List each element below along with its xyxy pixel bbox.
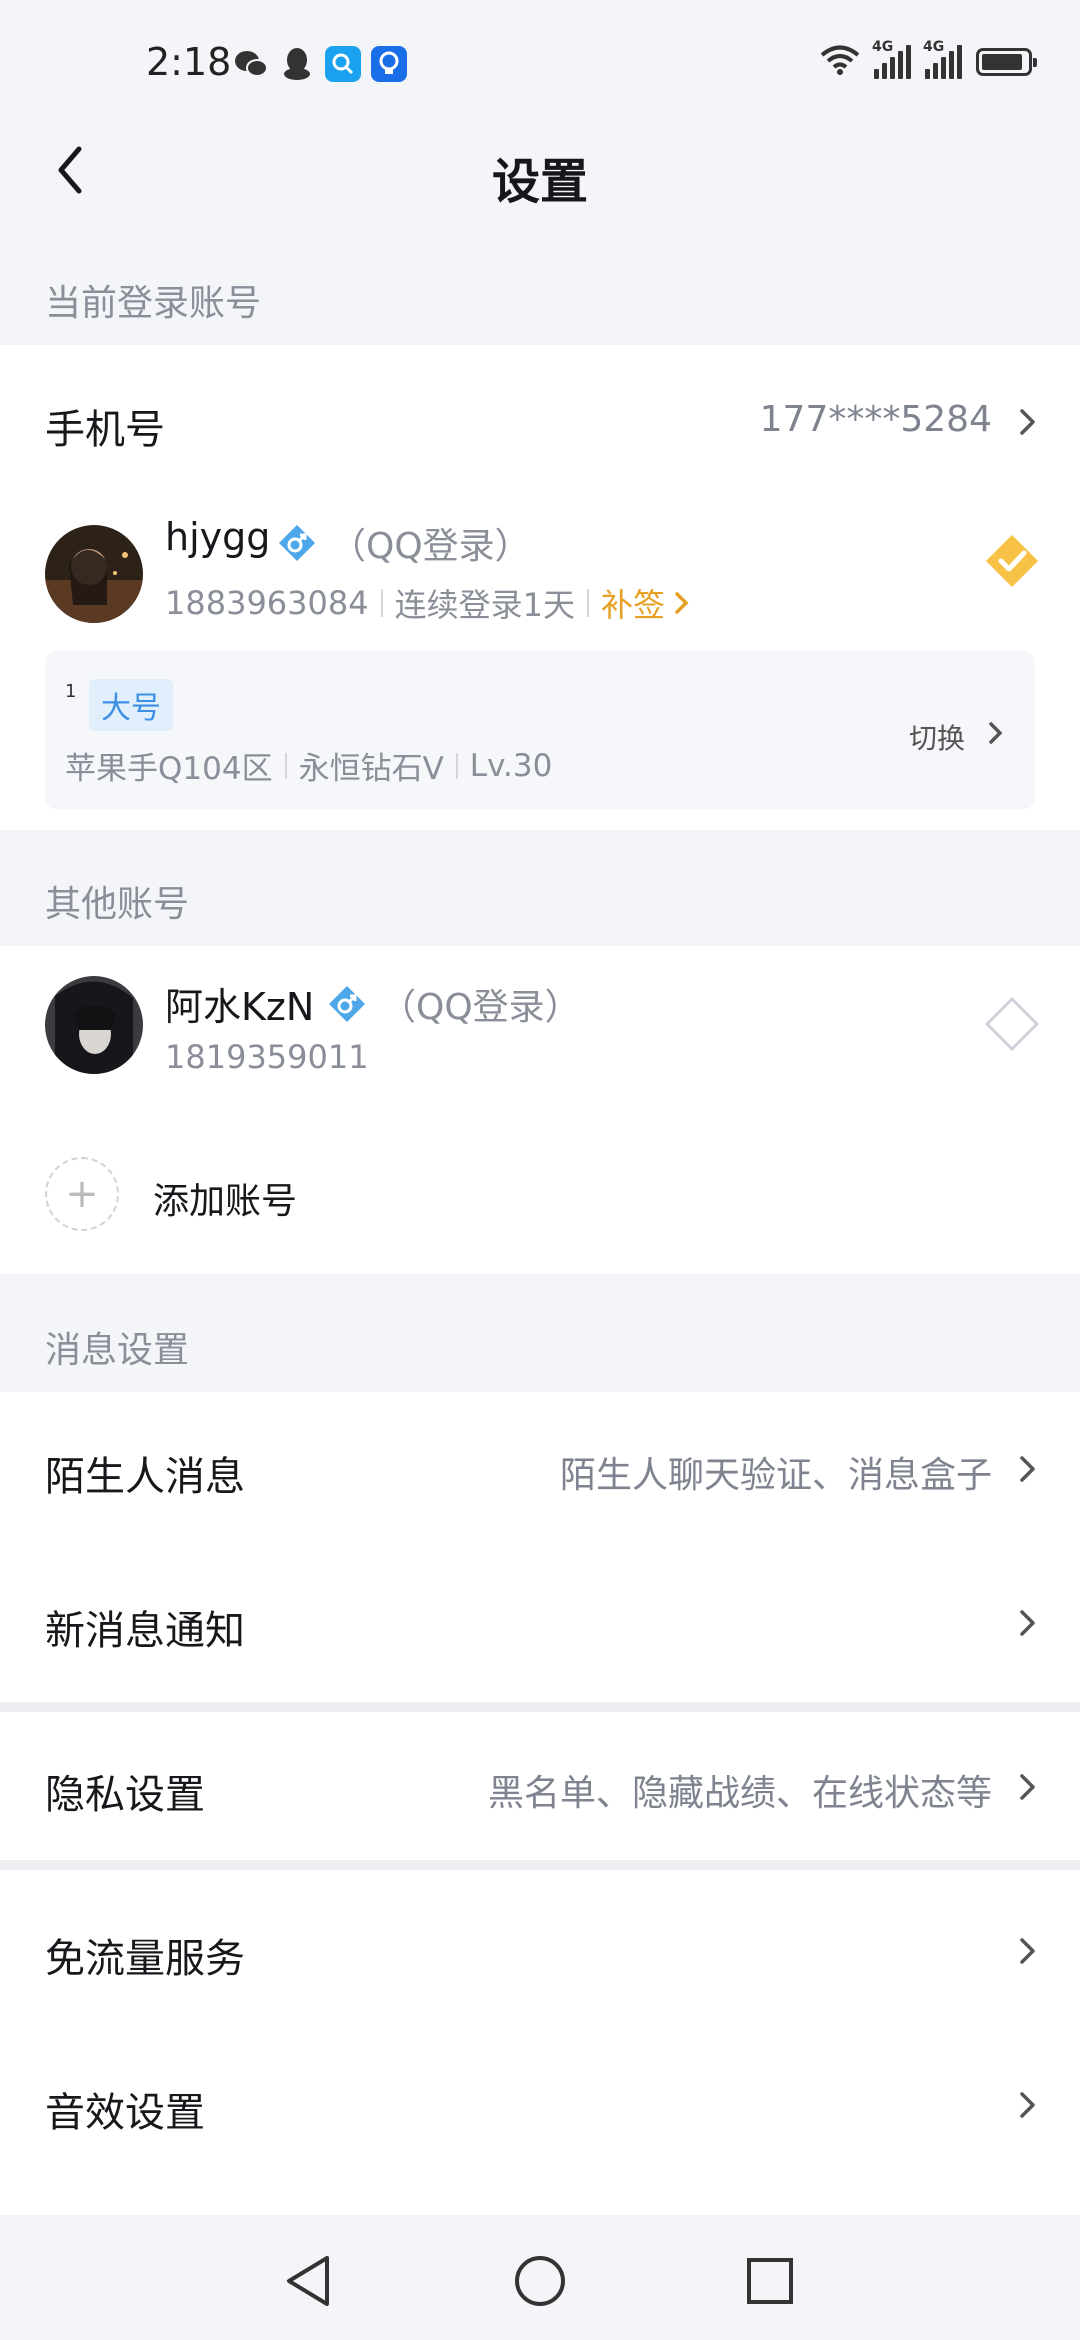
- status-time: 2:18: [146, 40, 232, 84]
- sound-settings-row[interactable]: 音效设置: [0, 2030, 1080, 2190]
- section-label-message-settings: 消息设置: [45, 1330, 190, 1371]
- divider: [0, 1860, 1080, 1870]
- message-settings-card: 陌生人消息 陌生人聊天验证、消息盒子 新消息通知: [0, 1392, 1080, 1702]
- stranger-message-row[interactable]: 陌生人消息 陌生人聊天验证、消息盒子: [0, 1392, 1080, 1546]
- stranger-message-value: 陌生人聊天验证、消息盒子: [559, 1455, 992, 1496]
- sound-settings-label: 音效设置: [45, 2090, 205, 2136]
- male-gender-icon: [329, 986, 365, 1022]
- new-message-notify-label: 新消息通知: [45, 1608, 245, 1654]
- add-account-label: 添加账号: [153, 1181, 298, 1222]
- search-app-icon: [325, 46, 361, 82]
- new-message-notify-row[interactable]: 新消息通知: [0, 1546, 1080, 1702]
- account-qq: 1819359011: [165, 1038, 369, 1076]
- section-label-current-account: 当前登录账号: [45, 283, 262, 324]
- nav-recents-button[interactable]: [740, 2251, 800, 2311]
- other-account-row[interactable]: 阿水KzN （QQ登录） 1819359011: [0, 946, 1080, 1106]
- account-login-type: （QQ登录）: [380, 987, 581, 1028]
- game-role-card[interactable]: 1 大号 苹果手Q104区 永恒钻石V Lv.30 切换: [45, 651, 1035, 809]
- game-rank: 永恒钻石V: [298, 751, 444, 787]
- nav-bar: 设置: [0, 120, 1080, 220]
- qq-icon: [279, 46, 315, 82]
- main-account-tag: 大号: [89, 679, 173, 731]
- stranger-message-label: 陌生人消息: [45, 1454, 245, 1500]
- game-level: Lv.30: [469, 747, 553, 784]
- chevron-right-icon: [1020, 1938, 1035, 1964]
- account-qq: 1883963084: [165, 584, 369, 622]
- bulb-app-icon: [371, 46, 407, 82]
- circle-home-icon: [515, 2256, 565, 2306]
- chevron-right-icon: [1020, 1610, 1035, 1636]
- role-index: 1: [65, 681, 77, 702]
- unselected-check-icon[interactable]: [984, 996, 1040, 1052]
- chevron-right-icon: [1020, 1774, 1035, 1800]
- status-indicators: 4G 4G: [820, 39, 1037, 80]
- signal-icon-1: 4G: [872, 39, 911, 79]
- status-bar: 2:18 4G 4G: [0, 0, 1080, 130]
- account-login-type: （QQ登录）: [330, 526, 531, 567]
- privacy-row[interactable]: 隐私设置 黑名单、隐藏战绩、在线状态等: [0, 1712, 1080, 1860]
- chevron-right-icon: [1020, 1456, 1035, 1482]
- misc-settings-card: 免流量服务 音效设置: [0, 1870, 1080, 2215]
- wifi-icon: [820, 44, 860, 80]
- account-meta: 1883963084 连续登录1天 补签: [165, 580, 691, 626]
- signal-icon-2: 4G: [923, 39, 962, 79]
- account-name: hjygg: [165, 515, 271, 559]
- divider: [0, 1702, 1080, 1712]
- privacy-label: 隐私设置: [45, 1772, 205, 1818]
- game-server: 苹果手Q104区: [65, 751, 273, 787]
- selected-check-icon[interactable]: [984, 533, 1040, 589]
- nav-back-button[interactable]: [278, 2251, 338, 2311]
- chevron-right-icon: [675, 592, 689, 614]
- triangle-back-icon: [287, 2256, 329, 2306]
- phone-row[interactable]: 手机号 177****5284: [0, 345, 1080, 495]
- phone-label: 手机号: [45, 407, 165, 453]
- login-streak: 连续登录1天: [394, 586, 575, 624]
- checkin-link[interactable]: 补签: [601, 580, 665, 626]
- other-accounts-card: 阿水KzN （QQ登录） 1819359011 + 添加账号: [0, 946, 1080, 1274]
- wechat-icon: [233, 46, 269, 82]
- add-icon: +: [45, 1157, 119, 1231]
- male-gender-icon: [279, 525, 315, 561]
- avatar: [45, 976, 143, 1074]
- avatar: [45, 525, 143, 623]
- privacy-value: 黑名单、隐藏战绩、在线状态等: [487, 1773, 992, 1814]
- free-data-label: 免流量服务: [45, 1936, 245, 1982]
- chevron-right-icon: [1020, 2092, 1035, 2118]
- privacy-card: 隐私设置 黑名单、隐藏战绩、在线状态等: [0, 1712, 1080, 1860]
- battery-icon: [976, 48, 1037, 76]
- account-name: 阿水KzN: [165, 985, 315, 1029]
- game-role-info: 苹果手Q104区 永恒钻石V Lv.30: [65, 743, 552, 788]
- current-account-card: 手机号 177****5284 hjygg （QQ登录） 1883963084 …: [0, 345, 1080, 830]
- phone-value: 177****5284: [759, 399, 992, 440]
- battery-level: [982, 54, 1022, 70]
- add-account-row[interactable]: + 添加账号: [0, 1106, 1080, 1274]
- chevron-right-icon: [989, 722, 1003, 744]
- free-data-row[interactable]: 免流量服务: [0, 1870, 1080, 2030]
- current-account-row[interactable]: hjygg （QQ登录） 1883963084 连续登录1天 补签: [0, 495, 1080, 635]
- account-meta: 1819359011: [165, 1038, 369, 1076]
- nav-home-button[interactable]: [510, 2251, 570, 2311]
- square-recents-icon: [747, 2258, 793, 2304]
- chevron-right-icon: [1020, 409, 1035, 435]
- system-nav-bar: [0, 2215, 1080, 2340]
- page-title: 设置: [491, 154, 588, 210]
- switch-role-button[interactable]: 切换: [909, 717, 965, 757]
- section-label-other-accounts: 其他账号: [45, 884, 190, 925]
- status-app-icons: [233, 46, 407, 82]
